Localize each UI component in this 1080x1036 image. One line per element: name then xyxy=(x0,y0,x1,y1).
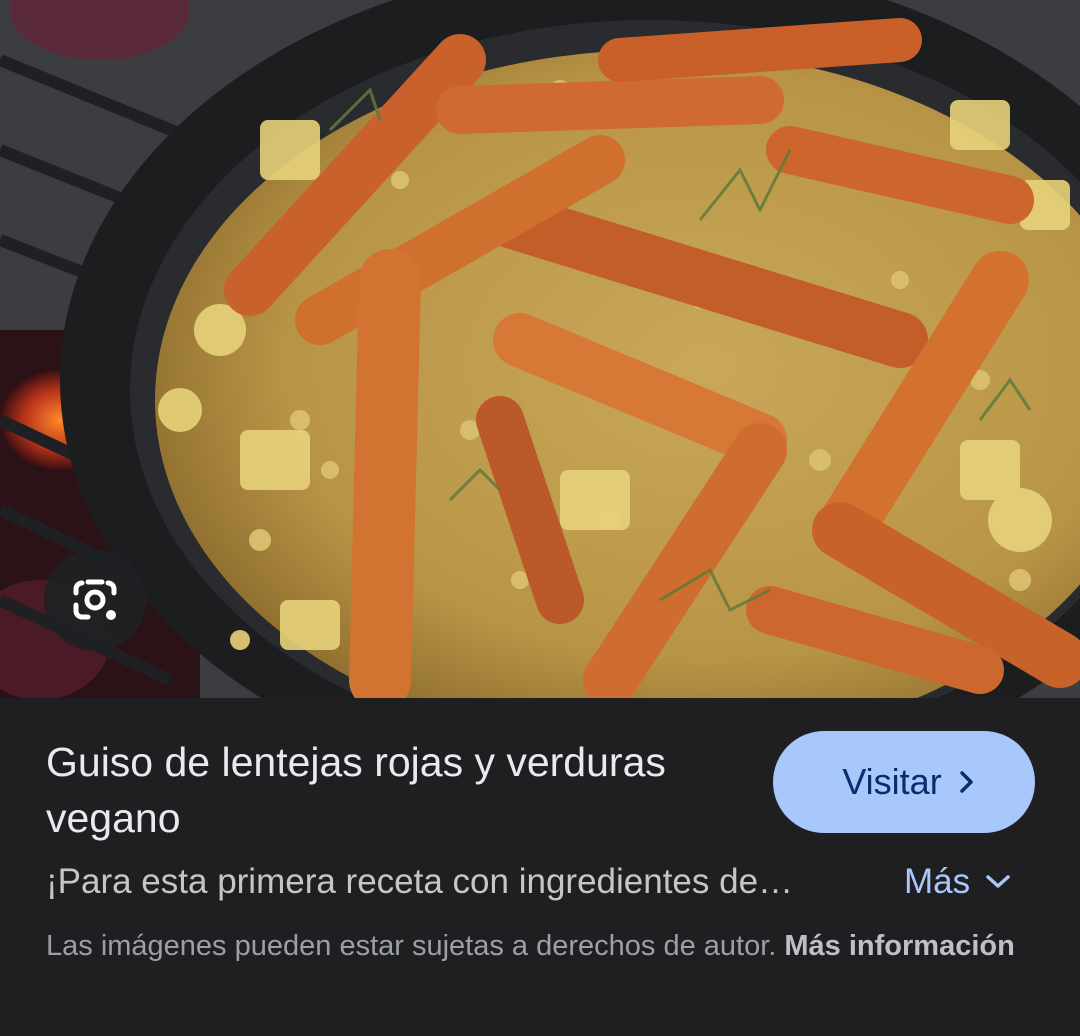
chevron-right-icon xyxy=(958,769,976,795)
chevron-down-icon xyxy=(984,872,1012,892)
result-info-panel: Guiso de lentejas rojas y verduras vegan… xyxy=(0,698,1080,1036)
visit-button[interactable]: Visitar xyxy=(773,731,1035,833)
stew-photo xyxy=(0,0,1080,698)
result-image[interactable] xyxy=(0,0,1080,698)
copyright-text: Las imágenes pueden estar sujetas a dere… xyxy=(46,930,777,962)
lens-camera-icon xyxy=(73,579,117,620)
more-info-link[interactable]: Más información xyxy=(784,930,1014,962)
copyright-notice: Las imágenes pueden estar sujetas a dere… xyxy=(46,923,1036,969)
visual-search-button[interactable] xyxy=(44,549,146,651)
visit-button-label: Visitar xyxy=(842,761,942,802)
more-toggle[interactable]: Más xyxy=(904,858,1012,906)
result-title[interactable]: Guiso de lentejas rojas y verduras vegan… xyxy=(46,734,726,846)
result-snippet: ¡Para esta primera receta con ingredient… xyxy=(46,862,794,901)
more-toggle-label: Más xyxy=(904,862,971,901)
